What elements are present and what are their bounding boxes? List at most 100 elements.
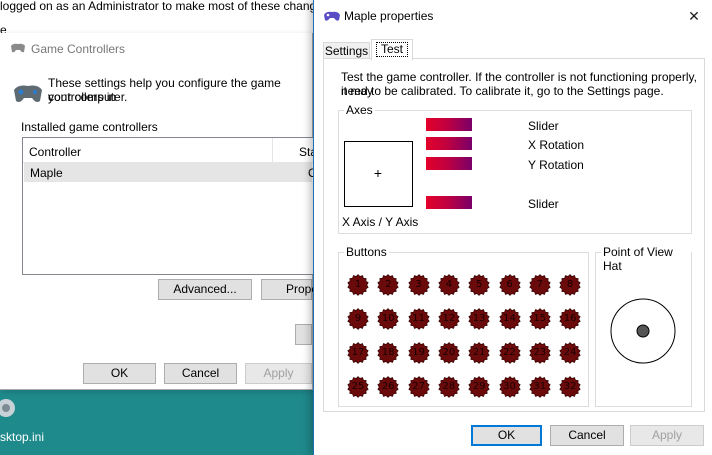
maple-properties-dialog: Maple properties ✕ Settings Test Test th… xyxy=(313,0,712,455)
props-apply-button[interactable]: Apply xyxy=(630,425,704,446)
joystick-button-11: 11 xyxy=(407,308,430,330)
axes-group-label: Axes xyxy=(344,103,375,117)
joystick-button-15: 15 xyxy=(529,308,551,330)
joystick-button-number: 2 xyxy=(385,279,392,290)
joystick-button-number: 14 xyxy=(503,313,516,324)
gc-ok-button[interactable]: OK xyxy=(83,363,156,384)
background-top-text: logged on as an Administrator to make mo… xyxy=(0,0,333,13)
desktop-gear-icon[interactable] xyxy=(0,394,18,424)
joystick-button-19: 19 xyxy=(407,342,430,364)
buttons-group: Buttons 1 2 3 4 5 6 7 8 9 10 11 12 13 14 15 16 17 18 19 20 2… xyxy=(338,245,590,408)
joystick-button-9: 9 xyxy=(347,308,369,330)
joystick-button-10: 10 xyxy=(377,308,399,330)
joystick-button-number: 6 xyxy=(506,279,513,290)
joystick-button-number: 22 xyxy=(503,347,516,358)
joystick-button-number: 31 xyxy=(533,381,547,392)
joystick-button-number: 18 xyxy=(381,347,395,358)
gc-title: Game Controllers xyxy=(31,42,126,56)
gc-cancel-button[interactable]: Cancel xyxy=(164,363,237,384)
joystick-button-6: 6 xyxy=(498,274,521,296)
joystick-button-23: 23 xyxy=(529,342,551,364)
joystick-button-number: 15 xyxy=(533,313,547,324)
joystick-button-number: 23 xyxy=(533,347,547,358)
joystick-button-4: 4 xyxy=(438,274,460,296)
joystick-button-number: 7 xyxy=(536,279,543,290)
button-grid: 1 2 3 4 5 6 7 8 9 10 11 12 13 14 15 16 17 18 19 20 21 22 23 24 2… xyxy=(339,253,590,408)
gc-installed-label: Installed game controllers xyxy=(21,120,158,134)
joystick-button-number: 11 xyxy=(412,313,425,324)
joystick-button-24: 24 xyxy=(559,342,581,364)
joystick-button-8: 8 xyxy=(559,274,581,296)
joystick-button-22: 22 xyxy=(498,342,521,364)
axis-label-slider-2: Slider xyxy=(528,197,559,211)
joystick-button-number: 8 xyxy=(566,279,574,290)
joystick-button-17: 17 xyxy=(347,342,369,364)
joystick-button-18: 18 xyxy=(377,342,399,364)
joystick-button-30: 30 xyxy=(498,376,521,398)
axis-bar-x-rotation xyxy=(426,137,472,150)
joystick-button-number: 12 xyxy=(442,313,456,324)
joystick-button-14: 14 xyxy=(498,308,521,330)
joystick-button-29: 29 xyxy=(468,376,490,398)
joystick-button-32: 32 xyxy=(559,376,581,398)
joystick-button-number: 20 xyxy=(442,347,456,358)
joystick-button-25: 25 xyxy=(347,376,369,398)
axes-group: Axes + X Axis / Y Axis Slider X Rotation… xyxy=(338,103,692,234)
joystick-button-number: 3 xyxy=(415,279,422,290)
gc-list-header: Controller Sta xyxy=(23,138,317,163)
gc-column-controller[interactable]: Controller xyxy=(29,145,81,159)
gc-gamepad-icon xyxy=(10,42,26,54)
tab-page-test: Test the game controller. If the control… xyxy=(323,58,705,412)
joystick-button-number: 25 xyxy=(351,381,365,392)
xy-axis-label: X Axis / Y Axis xyxy=(342,215,419,229)
joystick-button-number: 5 xyxy=(476,279,483,290)
props-title-bar: Maple properties ✕ xyxy=(314,0,712,32)
joystick-button-number: 4 xyxy=(445,279,453,290)
gc-properties-button[interactable]: Prope xyxy=(261,279,318,300)
joystick-button-number: 10 xyxy=(381,313,395,324)
desktop-icon-label[interactable]: sktop.ini xyxy=(0,430,44,444)
joystick-button-number: 1 xyxy=(354,279,362,290)
joystick-button-26: 26 xyxy=(377,376,399,398)
joystick-button-number: 29 xyxy=(472,381,486,392)
gc-list-row[interactable]: Maple O xyxy=(24,163,317,182)
axis-label-slider-1: Slider xyxy=(528,119,559,133)
gc-advanced-button[interactable]: Advanced... xyxy=(158,279,252,300)
props-ok-button[interactable]: OK xyxy=(471,425,542,446)
joystick-button-number: 30 xyxy=(503,381,516,392)
axis-bar-y-rotation xyxy=(426,157,472,170)
props-gamepad-icon xyxy=(323,10,341,22)
joystick-button-number: 17 xyxy=(351,347,365,358)
game-controllers-window: Game Controllers These settings help you… xyxy=(0,33,318,390)
joystick-button-number: 32 xyxy=(563,381,577,392)
joystick-button-21: 21 xyxy=(468,342,490,364)
joystick-button-5: 5 xyxy=(468,274,490,296)
joystick-button-number: 13 xyxy=(472,313,486,324)
joystick-button-number: 27 xyxy=(412,381,425,392)
axis-bar-slider-2 xyxy=(426,196,472,209)
tab-test[interactable]: Test xyxy=(371,39,413,61)
props-close-icon[interactable]: ✕ xyxy=(684,6,704,26)
gc-apply-button[interactable]: Apply xyxy=(245,363,312,384)
axis-label-y-rotation: Y Rotation xyxy=(528,158,584,172)
joystick-button-16: 16 xyxy=(559,308,581,330)
joystick-button-number: 28 xyxy=(442,381,456,392)
pov-group-label: Point of View Hat xyxy=(601,245,691,273)
gc-controller-list[interactable]: Controller Sta Maple O xyxy=(22,137,317,275)
props-title: Maple properties xyxy=(344,9,434,23)
joystick-button-1: 1 xyxy=(347,274,369,296)
gc-column-divider xyxy=(272,138,273,162)
props-cancel-button[interactable]: Cancel xyxy=(550,425,624,446)
gc-hidden-button-edge xyxy=(295,324,312,345)
axis-bar-slider-1 xyxy=(426,118,472,131)
pov-group: Point of View Hat xyxy=(595,245,692,407)
joystick-button-number: 26 xyxy=(381,381,395,392)
joystick-button-number: 24 xyxy=(563,347,577,358)
joystick-button-3: 3 xyxy=(407,274,430,296)
joystick-button-27: 27 xyxy=(407,376,430,398)
tab-settings[interactable]: Settings xyxy=(323,42,370,59)
joystick-button-13: 13 xyxy=(468,308,490,330)
xy-axis-box: + xyxy=(344,141,413,207)
test-intro-line2: need to be calibrated. To calibrate it, … xyxy=(341,84,664,98)
joystick-button-7: 7 xyxy=(529,274,551,296)
